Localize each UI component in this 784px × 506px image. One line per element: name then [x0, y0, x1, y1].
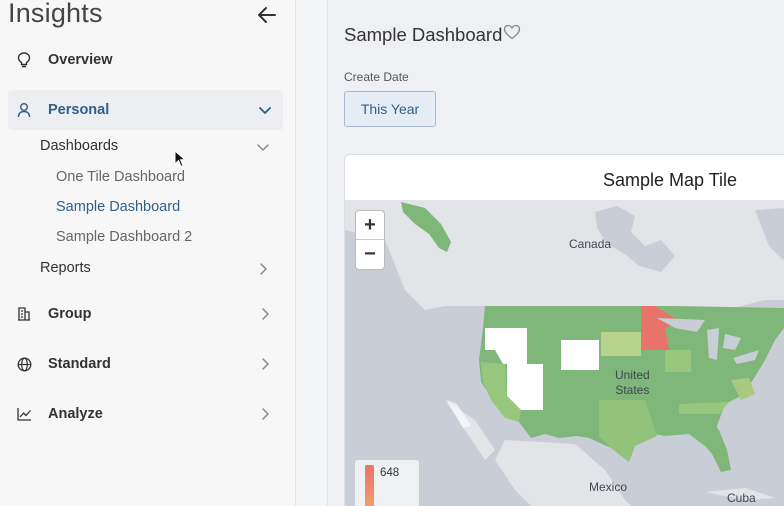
chevron-down-icon[interactable] — [255, 139, 271, 155]
nav-dashboards[interactable]: Dashboards — [40, 138, 118, 154]
zoom-out-button[interactable]: − — [356, 240, 384, 269]
nav-standard-label: Standard — [48, 356, 111, 372]
map-tile: Sample Map Tile Canada United States Mex… — [344, 154, 784, 506]
back-arrow-icon[interactable] — [256, 4, 278, 26]
region-florida — [697, 430, 731, 472]
nav-analyze[interactable]: Analyze — [8, 394, 283, 434]
main-content: Sample Dashboard Create Date This Year S… — [296, 0, 784, 506]
chevron-right-icon — [257, 406, 273, 422]
nav-analyze-label: Analyze — [48, 406, 103, 422]
nav-overview[interactable]: Overview — [8, 40, 283, 80]
globe-icon — [16, 356, 32, 372]
zoom-control: + − — [355, 210, 385, 270]
main-left-strip — [296, 0, 328, 506]
nav-standard[interactable]: Standard — [8, 344, 283, 384]
sidebar-title: Insights — [8, 0, 103, 28]
page-title: Sample Dashboard — [344, 24, 503, 45]
chevron-right-icon — [257, 356, 273, 372]
nav-personal[interactable]: Personal — [8, 90, 283, 130]
nav-reports[interactable]: Reports — [40, 260, 91, 276]
map-label-canada: Canada — [569, 237, 612, 251]
nav-group[interactable]: Group — [8, 294, 283, 334]
nav-overview-label: Overview — [48, 52, 113, 68]
building-icon — [16, 306, 32, 322]
filter-label: Create Date — [344, 70, 409, 84]
person-icon — [16, 102, 32, 118]
dashboard-link-one-tile[interactable]: One Tile Dashboard — [56, 169, 185, 185]
legend-max-value: 648 — [380, 467, 400, 479]
map-legend: 648 — [355, 460, 419, 506]
region-iowa — [665, 350, 691, 372]
map-label-united-states: United States — [615, 368, 650, 397]
chevron-right-icon[interactable] — [255, 261, 271, 277]
bulb-icon — [16, 52, 32, 68]
region-south-dakota — [601, 332, 641, 356]
chevron-right-icon — [257, 306, 273, 322]
zoom-in-button[interactable]: + — [356, 211, 384, 240]
chart-line-icon — [16, 406, 32, 422]
nav-group-label: Group — [48, 306, 92, 322]
nav-personal-label: Personal — [48, 102, 110, 118]
heart-icon[interactable] — [503, 24, 521, 40]
mouse-cursor-icon — [174, 150, 186, 168]
dashboard-link-sample[interactable]: Sample Dashboard — [56, 199, 180, 215]
legend-gradient — [365, 465, 374, 506]
region-baja-white — [447, 400, 471, 428]
sidebar: Insights Overview Personal Dashboards On… — [0, 0, 296, 506]
choropleth-map[interactable]: Canada United States Mexico Cuba + − 648 — [345, 200, 784, 506]
filter-this-year-button[interactable]: This Year — [344, 91, 436, 127]
map-label-cuba: Cuba — [727, 491, 756, 505]
dashboard-link-sample-2[interactable]: Sample Dashboard 2 — [56, 229, 192, 245]
region-wyoming — [561, 340, 599, 370]
tile-title: Sample Map Tile — [603, 170, 738, 190]
map-label-mexico: Mexico — [589, 480, 628, 494]
chevron-down-icon — [257, 102, 273, 118]
